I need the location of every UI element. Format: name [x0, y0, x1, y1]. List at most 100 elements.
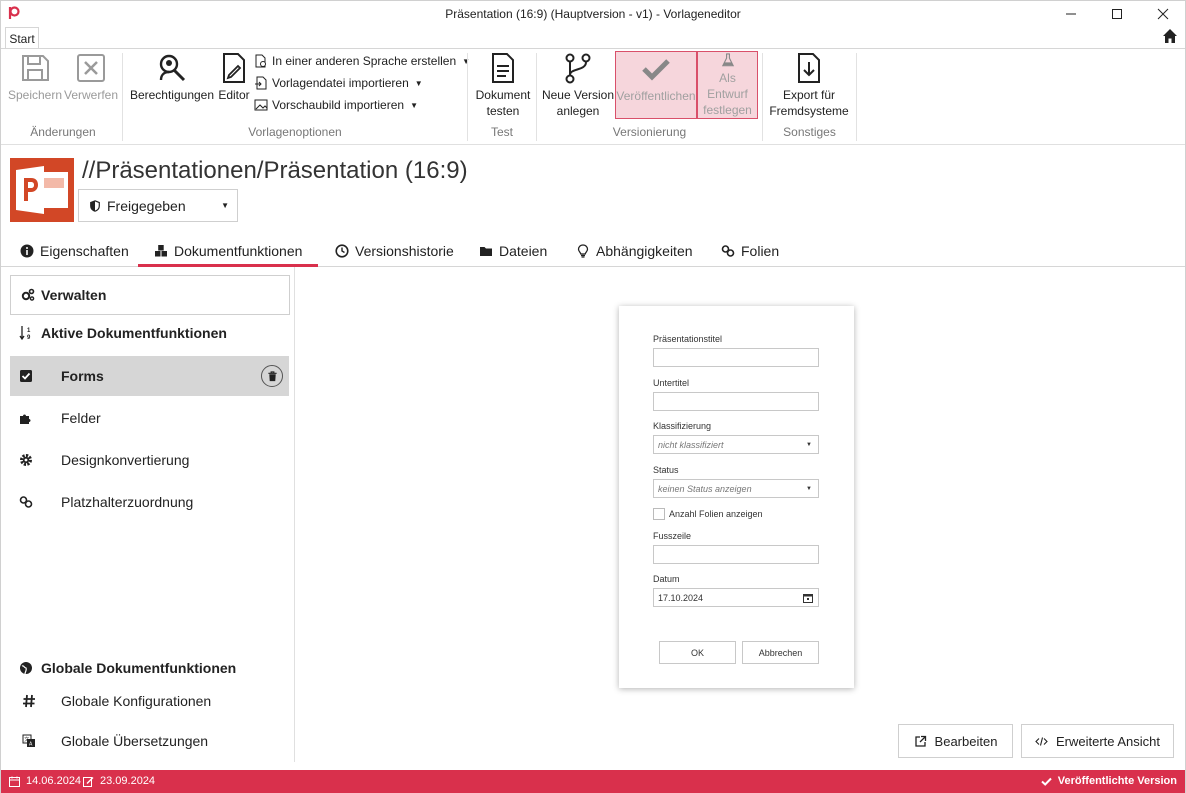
created-date-value: 14.06.2024: [26, 775, 82, 787]
tab-label: Eigenschaften: [40, 242, 129, 259]
tab-label: Folien: [741, 242, 780, 259]
sidebar-item-global-config[interactable]: Globale Konfigurationen: [10, 681, 289, 721]
publish-button[interactable]: Veröffentlichen: [615, 51, 697, 119]
maximize-button[interactable]: [1094, 1, 1140, 27]
date-field[interactable]: 17.10.2024: [653, 588, 819, 607]
tab-dependencies[interactable]: Abhängigkeiten: [576, 235, 693, 266]
import-template-label: Vorlagendatei importieren: [272, 76, 409, 90]
create-language-menu[interactable]: In einer anderen Sprache erstellen▼: [254, 54, 470, 68]
ribbon: Speichern Verwerfen Änderungen Berechtig…: [1, 49, 1185, 145]
tab-label: Abhängigkeiten: [596, 242, 693, 259]
svg-text:9: 9: [27, 335, 31, 341]
document-icon: [492, 53, 514, 83]
calendar-icon[interactable]: [803, 593, 813, 603]
svg-text:1: 1: [27, 328, 31, 334]
puzzle-icon: [20, 414, 31, 424]
tab-slides[interactable]: Folien: [721, 235, 779, 266]
advanced-view-button[interactable]: Erweiterte Ansicht: [1021, 724, 1174, 758]
test-document-button[interactable]: Dokument testen: [472, 51, 534, 119]
manage-button[interactable]: Verwalten: [10, 275, 290, 315]
import-preview-label: Vorschaubild importieren: [272, 98, 405, 112]
slide-count-label: Anzahl Folien anzeigen: [669, 509, 763, 519]
sidebar-item-forms[interactable]: Forms: [10, 356, 289, 396]
chevron-down-icon: ▼: [806, 485, 812, 492]
code-icon: [1035, 736, 1048, 746]
new-version-button[interactable]: Neue Version anlegen: [541, 51, 615, 119]
tab-files[interactable]: Dateien: [479, 235, 547, 266]
sidebar-item-placeholder-mapping[interactable]: Platzhalterzuordnung: [10, 482, 289, 522]
ribbon-tab-start[interactable]: Start: [5, 27, 39, 49]
subtitle-field-label: Untertitel: [653, 378, 690, 388]
save-button[interactable]: Speichern: [7, 51, 63, 103]
active-functions-label: Aktive Dokumentfunktionen: [41, 325, 227, 341]
close-button[interactable]: [1140, 1, 1186, 27]
set-draft-button[interactable]: Als Entwurf festlegen: [697, 51, 758, 119]
export-label-2: Fremdsysteme: [769, 104, 849, 118]
edit-button[interactable]: Bearbeiten: [898, 724, 1013, 758]
group-separator: [856, 53, 857, 141]
subtitle-field[interactable]: [653, 392, 819, 411]
tab-version-history[interactable]: Versionshistorie: [335, 235, 454, 266]
branch-icon: [565, 53, 591, 84]
classification-select[interactable]: nicht klassifiziert ▼: [653, 435, 819, 454]
minimize-button[interactable]: [1048, 1, 1094, 27]
permissions-icon: [159, 54, 186, 82]
gear-icon: [20, 454, 32, 466]
import-doc-icon: [255, 76, 267, 90]
cubes-icon: [155, 244, 167, 256]
release-status-value: Freigegeben: [107, 197, 186, 214]
editor-icon: [223, 53, 245, 83]
test-document-label-2: testen: [486, 104, 520, 118]
date-value: 17.10.2024: [658, 592, 704, 603]
permissions-button[interactable]: Berechtigungen: [127, 51, 217, 103]
sidebar-item-label: Forms: [61, 368, 104, 384]
gears-icon: [21, 288, 35, 301]
globe-icon: [20, 662, 32, 675]
manage-label: Verwalten: [41, 287, 107, 303]
footer-field[interactable]: [653, 545, 819, 564]
tab-label: Versionshistorie: [355, 242, 454, 259]
modified-date: 23.09.2024: [83, 775, 155, 787]
link-icon: [721, 244, 735, 257]
status-label: Status: [653, 465, 679, 475]
group-label-test: Test: [490, 125, 513, 139]
edit-label: Bearbeiten: [934, 733, 998, 749]
home-icon[interactable]: [1161, 27, 1179, 45]
chevron-down-icon: ▼: [221, 201, 229, 210]
sidebar-item-label: Felder: [61, 410, 101, 426]
title-field-label: Präsentationstitel: [653, 334, 723, 344]
app-window: Präsentation (16:9) (Hauptversion - v1) …: [0, 0, 1186, 793]
checkmark-icon: [642, 59, 670, 81]
ok-button[interactable]: OK: [659, 641, 736, 664]
tab-document-functions[interactable]: Dokumentfunktionen: [138, 235, 319, 267]
sidebar-item-global-translations[interactable]: 文A Globale Übersetzungen: [10, 721, 289, 761]
release-status-select[interactable]: Freigegeben ▼: [78, 189, 238, 222]
import-preview-menu[interactable]: Vorschaubild importieren ▼: [254, 98, 418, 112]
tab-bar: Eigenschaften Dokumentfunktionen Version…: [1, 235, 1185, 267]
image-icon: [254, 99, 268, 111]
sort-numeric-icon: 19: [19, 326, 31, 341]
import-template-menu[interactable]: Vorlagendatei importieren ▼: [254, 76, 423, 90]
maximize-icon: [1112, 9, 1122, 19]
checkbox-icon: [20, 370, 32, 382]
title-field[interactable]: [653, 348, 819, 367]
lightbulb-icon: [577, 243, 589, 258]
footer-field-label: Fusszeile: [653, 531, 692, 541]
chevron-down-icon: ▼: [806, 441, 812, 448]
close-icon: [1157, 8, 1169, 20]
delete-button[interactable]: [261, 365, 283, 387]
set-draft-label-1: Als Entwurf: [707, 71, 748, 101]
discard-button[interactable]: Verwerfen: [63, 51, 119, 103]
status-select[interactable]: keinen Status anzeigen ▼: [653, 479, 819, 498]
sidebar-item-design-conversion[interactable]: Designkonvertierung: [10, 440, 289, 480]
export-button[interactable]: Export für Fremdsysteme: [767, 51, 851, 119]
tab-label: Dokumentfunktionen: [174, 242, 303, 259]
sidebar-item-fields[interactable]: Felder: [10, 398, 289, 438]
slide-count-checkbox[interactable]: Anzahl Folien anzeigen: [653, 508, 763, 520]
sidebar-item-label: Designkonvertierung: [61, 452, 190, 468]
group-label-changes: Änderungen: [30, 125, 96, 139]
editor-button[interactable]: Editor: [216, 51, 252, 103]
cancel-button[interactable]: Abbrechen: [742, 641, 819, 664]
date-field-label: Datum: [653, 574, 680, 584]
tab-properties[interactable]: Eigenschaften: [20, 235, 129, 266]
